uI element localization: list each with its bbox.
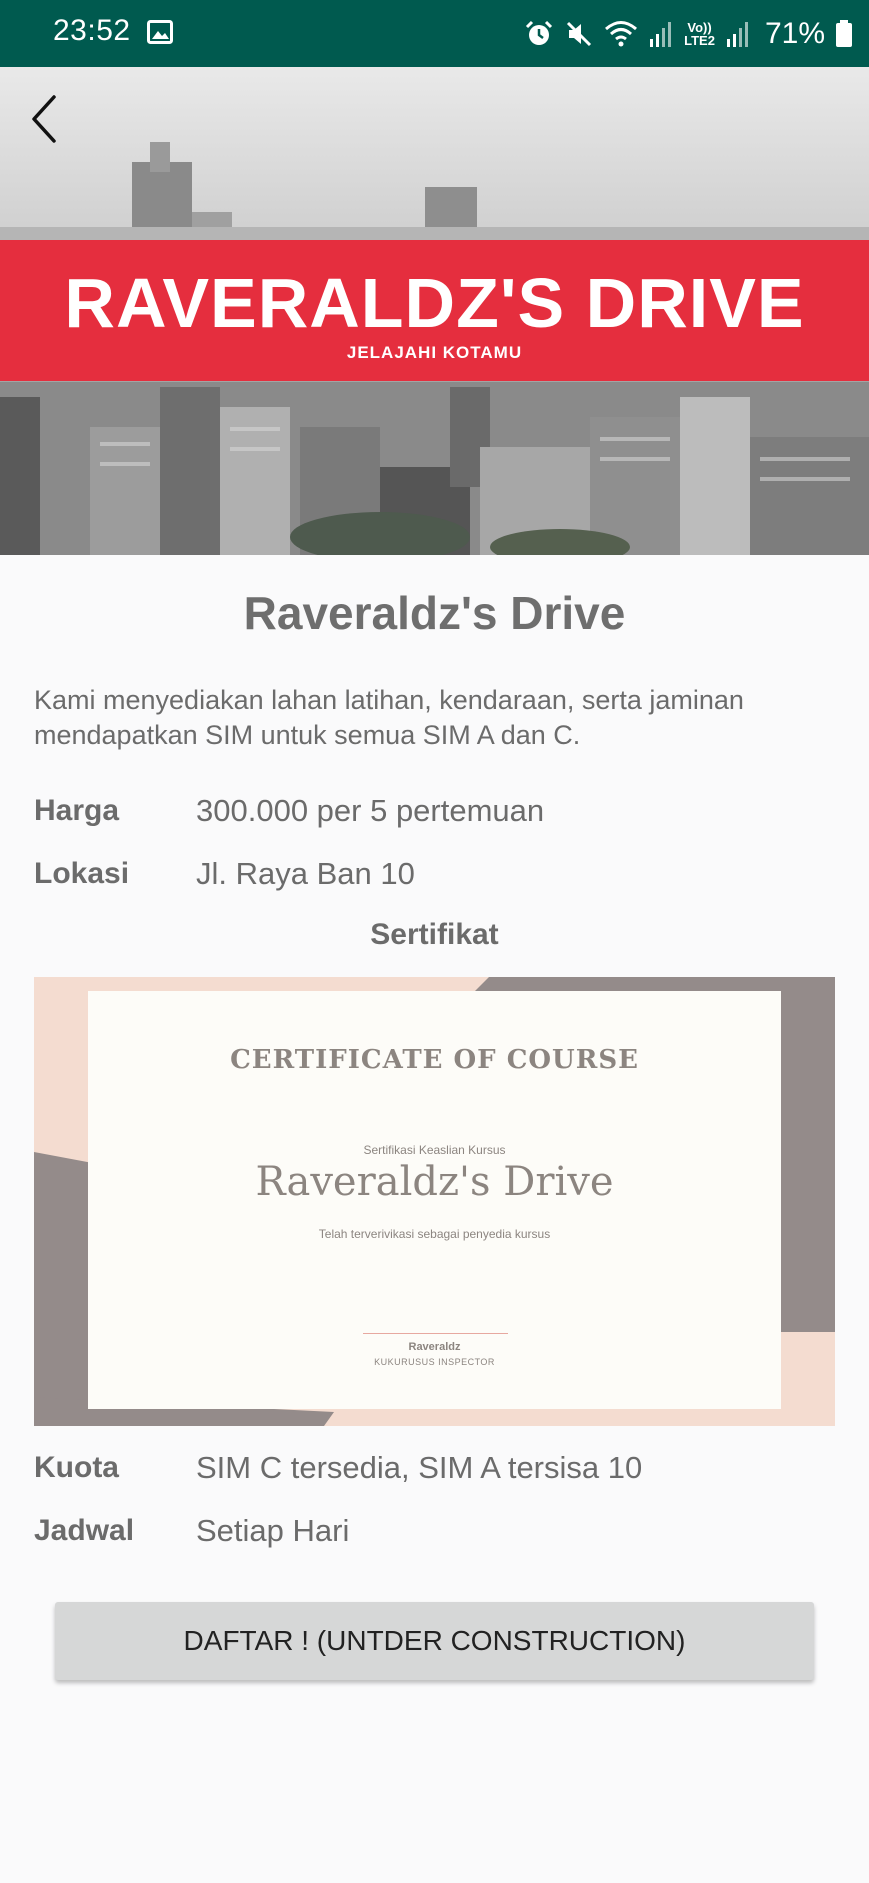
price-label: Harga (34, 794, 120, 827)
certificate-subtitle: Sertifikasi Keaslian Kursus (363, 1143, 506, 1157)
volte-icon: Vo)) LTE2 (684, 21, 715, 47)
back-arrow-icon[interactable] (22, 89, 72, 149)
alarm-icon (526, 20, 553, 45)
gallery-icon (147, 20, 173, 44)
location-value: Jl. Raya Ban 10 (196, 856, 415, 891)
status-icons: Vo)) LTE2 71% (524, 12, 853, 56)
signal-icon-2 (726, 22, 748, 47)
brand-tagline: JELAJAHI KOTAMU (346, 343, 523, 362)
status-time: 23:52 (53, 14, 131, 47)
certificate-name: Raveraldz's Drive (255, 1159, 614, 1205)
certificate-signer-role: KUKURUSUS INSPECTOR (374, 1357, 495, 1367)
schedule-value: Setiap Hari (196, 1513, 350, 1548)
quota-label: Kuota (34, 1451, 119, 1484)
certificate-heading: Sertifikat (370, 918, 499, 951)
volte-bottom-label: LTE2 (684, 33, 715, 48)
schedule-label: Jadwal (34, 1514, 135, 1547)
certificate-signer: Raveraldz (408, 1341, 461, 1353)
battery-icon (836, 20, 852, 47)
battery-percent: 71% (764, 17, 825, 50)
signature-line (363, 1333, 508, 1334)
status-bar: 23:52 Vo)) LTE2 71% (0, 0, 869, 67)
header-banner: RAVERALDZ'S DRIVE JELAJAHI KOTAMU (0, 67, 869, 555)
certificate-paper: CERTIFICATE OF COURSE Sertifikasi Keasli… (88, 991, 781, 1409)
certificate-title: CERTIFICATE OF COURSE (230, 1045, 639, 1075)
certificate-image: CERTIFICATE OF COURSE Sertifikasi Keasli… (34, 977, 835, 1426)
mute-icon (567, 21, 592, 47)
brand-title: RAVERALDZ'S DRIVE (64, 264, 805, 342)
price-value: 300.000 per 5 pertemuan (196, 793, 545, 828)
description: Kami menyediakan lahan latihan, kendaraa… (34, 685, 744, 750)
page-title: Raveraldz's Drive (243, 587, 626, 639)
signal-icon (650, 22, 672, 47)
location-label: Lokasi (34, 857, 130, 890)
quota-value: SIM C tersedia, SIM A tersisa 10 (196, 1450, 643, 1485)
register-button[interactable]: DAFTAR ! (UNTDER CONSTRUCTION) (55, 1602, 814, 1680)
certificate-verified-text: Telah terverivikasi sebagai penyedia kur… (318, 1227, 551, 1241)
wifi-icon (605, 21, 638, 47)
